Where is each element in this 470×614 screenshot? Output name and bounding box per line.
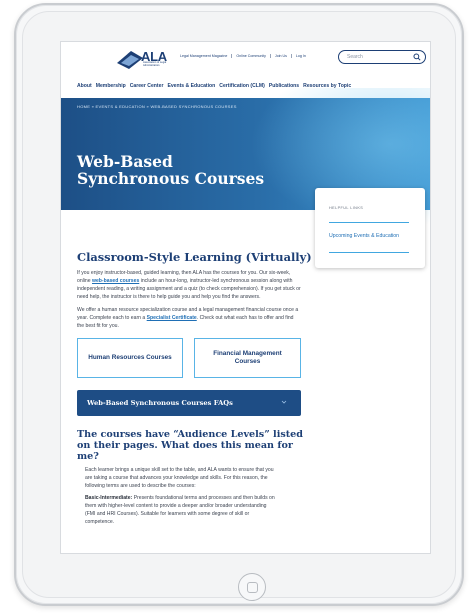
- helpful-links-panel: HELPFUL LINKS Upcoming Events & Educatio…: [315, 188, 425, 268]
- util-link-login[interactable]: Log In: [290, 54, 310, 58]
- logo-subtitle: Association of Legal Administrators: [143, 61, 167, 67]
- audience-paragraph: Each learner brings a unique skill set t…: [85, 467, 274, 489]
- nav-item-about[interactable]: About: [77, 83, 92, 89]
- util-link-community[interactable]: Online Community: [231, 54, 270, 58]
- intro-paragraph: If you enjoy instructor-based, guided le…: [77, 270, 301, 300]
- nav-item-membership[interactable]: Membership: [96, 83, 126, 89]
- helpful-links-heading: HELPFUL LINKS: [329, 206, 364, 210]
- helpful-link-events[interactable]: Upcoming Events & Education: [329, 232, 414, 240]
- course-cards: Human Resources Courses Financial Manage…: [77, 338, 301, 380]
- main-content: Classroom-Style Learning (Virtually) If …: [77, 248, 312, 526]
- util-link-magazine[interactable]: Legal Management Magazine: [176, 54, 231, 58]
- utility-links: Legal Management Magazine Online Communi…: [176, 54, 310, 58]
- search-icon[interactable]: [413, 53, 421, 61]
- section-heading: Classroom-Style Learning (Virtually): [77, 250, 312, 264]
- offer-paragraph: We offer a human resource specialization…: [77, 307, 299, 329]
- search-placeholder: Search: [347, 54, 363, 60]
- specialist-certificate-link[interactable]: Specialist Certificate: [147, 315, 197, 321]
- chevron-down-icon: [281, 400, 287, 404]
- divider: [329, 252, 409, 253]
- audience-levels-heading: The courses have “Audience Levels” liste…: [77, 429, 303, 462]
- breadcrumb[interactable]: HOME » EVENTS & EDUCATION » WEB-BASED SY…: [77, 104, 237, 109]
- basic-intermediate-paragraph: Basic-Intermediate: Presents foundationa…: [85, 495, 275, 525]
- ala-logo[interactable]: ALA Association of Legal Administrators: [117, 49, 169, 71]
- divider: [329, 222, 409, 223]
- page-title: Web-Based Synchronous Courses: [77, 152, 265, 188]
- nav-item-events-education[interactable]: Events & Education: [167, 83, 215, 89]
- faq-label: Web-Based Synchronous Courses FAQs: [87, 399, 233, 407]
- nav-item-career-center[interactable]: Career Center: [130, 83, 164, 89]
- top-header: ALA Association of Legal Administrators …: [61, 42, 430, 74]
- web-based-courses-link[interactable]: web-based courses: [92, 278, 139, 284]
- home-button[interactable]: [238, 573, 266, 601]
- webpage-screen: ALA Association of Legal Administrators …: [60, 41, 431, 554]
- hr-courses-button[interactable]: Human Resources Courses: [77, 338, 183, 378]
- search-input[interactable]: Search: [338, 50, 426, 64]
- util-link-join[interactable]: Join Us: [269, 54, 291, 58]
- faq-accordion[interactable]: Web-Based Synchronous Courses FAQs: [77, 390, 301, 416]
- financial-courses-button[interactable]: Financial Management Courses: [194, 338, 301, 378]
